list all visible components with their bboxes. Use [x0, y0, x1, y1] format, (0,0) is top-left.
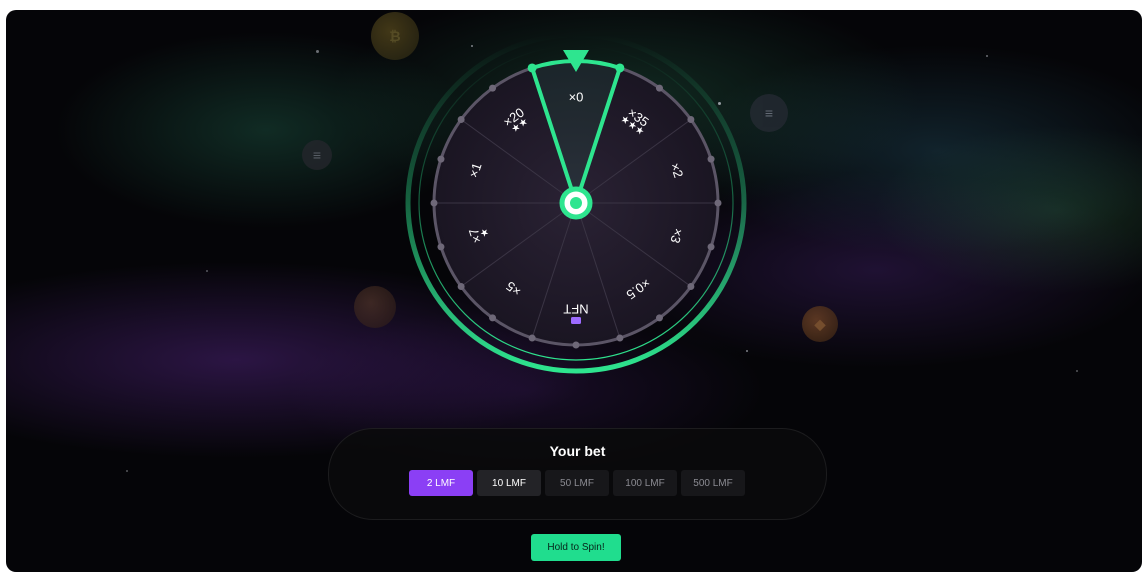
bet-option-2[interactable]: 2 LMF: [409, 470, 473, 496]
rim-dot: [687, 282, 695, 290]
rim-dot: [489, 314, 497, 322]
rim-dot: [457, 282, 465, 290]
rim-dot: [430, 199, 438, 207]
rim-dot: [707, 155, 715, 163]
spin-button[interactable]: Hold to Spin!: [531, 534, 621, 561]
rim-dot: [528, 334, 536, 342]
rim-dot: [655, 84, 663, 92]
rim-dot: [457, 116, 465, 124]
segment-label: ×0: [569, 89, 584, 104]
bet-option-100[interactable]: 100 LMF: [613, 470, 677, 496]
ticket-icon: [571, 317, 581, 324]
segment-label-group: ×0: [569, 89, 584, 104]
rim-dot: [655, 314, 663, 322]
rim-dot: [707, 243, 715, 251]
rim-dot: [437, 155, 445, 163]
bet-options: 2 LMF 10 LMF 50 LMF 100 LMF 500 LMF: [409, 470, 745, 496]
rim-dot: [714, 199, 722, 207]
bet-option-50[interactable]: 50 LMF: [545, 470, 609, 496]
segment-label: NFT: [563, 302, 588, 317]
wheel-hub-center: [570, 197, 582, 209]
selected-rim-dot: [615, 63, 625, 73]
rim-dot: [572, 341, 580, 349]
bet-panel: Your bet 2 LMF 10 LMF 50 LMF 100 LMF 500…: [328, 428, 827, 520]
bet-option-500[interactable]: 500 LMF: [681, 470, 745, 496]
bet-option-10[interactable]: 10 LMF: [477, 470, 541, 496]
rim-dot: [687, 116, 695, 124]
bet-title: Your bet: [549, 443, 606, 459]
rim-dot: [489, 84, 497, 92]
rim-dot: [437, 243, 445, 251]
rim-dot: [616, 334, 624, 342]
selected-rim-dot: [527, 63, 537, 73]
game-stage: ₿ ≡ ≡ ◆ ×0 ×35 ★★★ ×2 ×3 ×0.5 NFT ×5 ×7 ★ ×1 ×20 ★★: [6, 10, 1142, 572]
